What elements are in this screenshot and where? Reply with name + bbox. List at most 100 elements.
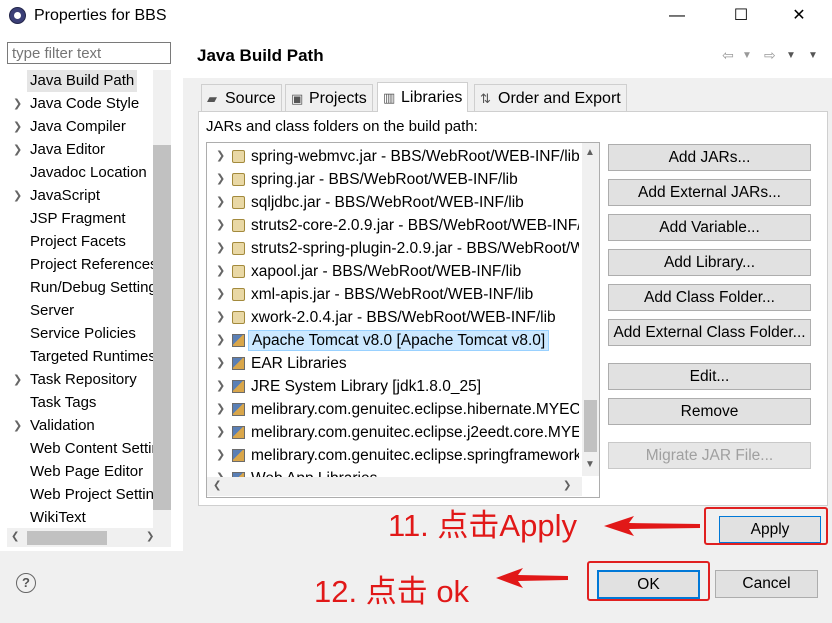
- library-item[interactable]: ❯ spring-webmvc.jar - BBS/WebRoot/WEB-INF…: [207, 145, 579, 168]
- expand-arrow-icon[interactable]: ❯: [216, 260, 225, 283]
- source-folder-icon: ▰: [207, 91, 217, 106]
- nav-item[interactable]: Web Project Settings: [7, 484, 153, 506]
- library-action-button[interactable]: Add External JARs...: [608, 179, 811, 206]
- nav-item[interactable]: Web Content Settings: [7, 438, 153, 460]
- library-item[interactable]: ❯ EAR Libraries: [207, 352, 579, 375]
- expand-arrow-icon[interactable]: ❯: [216, 329, 225, 352]
- expand-arrow-icon[interactable]: ❯: [13, 415, 22, 437]
- tab-projects[interactable]: ▣ Projects: [285, 84, 373, 111]
- library-item[interactable]: ❯ melibrary.com.genuitec.eclipse.hibernat…: [207, 398, 579, 421]
- scroll-up-icon[interactable]: ▲: [585, 147, 595, 158]
- nav-item[interactable]: Server: [7, 300, 153, 322]
- library-item[interactable]: ❯ spring.jar - BBS/WebRoot/WEB-INF/lib: [207, 168, 579, 191]
- expand-arrow-icon[interactable]: ❯: [216, 214, 225, 237]
- tree-vertical-scroll-thumb[interactable]: [153, 145, 171, 510]
- tab-order-and-export[interactable]: ⇅ Order and Export: [474, 84, 627, 111]
- library-item[interactable]: ❯ xml-apis.jar - BBS/WebRoot/WEB-INF/lib: [207, 283, 579, 306]
- library-action-button[interactable]: Add External Class Folder...: [608, 319, 811, 346]
- nav-item[interactable]: Task Tags: [7, 392, 153, 414]
- nav-item-label: Project References: [30, 256, 153, 273]
- nav-item[interactable]: Service Policies: [7, 323, 153, 345]
- library-item[interactable]: ❯ struts2-core-2.0.9.jar - BBS/WebRoot/WE…: [207, 214, 579, 237]
- library-horizontal-scrollbar[interactable]: ❮ ❯: [207, 477, 582, 496]
- library-item[interactable]: ❯ JRE System Library [jdk1.8.0_25]: [207, 375, 579, 398]
- library-item-label: melibrary.com.genuitec.eclipse.j2eedt.co…: [251, 424, 579, 441]
- nav-item-label: JavaScript: [30, 187, 101, 204]
- scroll-left-icon[interactable]: ❮: [11, 531, 19, 542]
- back-arrow-icon[interactable]: ⇦: [722, 47, 734, 64]
- scroll-right-icon[interactable]: ❯: [146, 531, 154, 542]
- scroll-right-icon[interactable]: ❯: [563, 480, 571, 491]
- scroll-left-icon[interactable]: ❮: [213, 480, 221, 491]
- expand-arrow-icon[interactable]: ❯: [216, 375, 225, 398]
- maximize-button[interactable]: ☐: [718, 3, 764, 29]
- ok-annotation: 12. 点击 ok: [314, 574, 470, 609]
- tab-source[interactable]: ▰ Source: [201, 84, 282, 111]
- library-vertical-scroll-thumb[interactable]: [584, 400, 597, 452]
- expand-arrow-icon[interactable]: ❯: [216, 191, 225, 214]
- nav-item[interactable]: ❯ Java Editor: [7, 139, 153, 161]
- minimize-button[interactable]: —: [654, 3, 700, 29]
- expand-arrow-icon[interactable]: ❯: [13, 369, 22, 391]
- library-item[interactable]: ❯ xwork-2.0.4.jar - BBS/WebRoot/WEB-INF/l…: [207, 306, 579, 329]
- library-item[interactable]: ❯ melibrary.com.genuitec.eclipse.springfr…: [207, 444, 579, 467]
- nav-item[interactable]: ❯ Java Compiler: [7, 116, 153, 138]
- expand-arrow-icon[interactable]: ❯: [216, 306, 225, 329]
- expand-arrow-icon[interactable]: ❯: [216, 168, 225, 191]
- library-action-button[interactable]: Remove: [608, 398, 811, 425]
- expand-arrow-icon[interactable]: ❯: [216, 444, 225, 467]
- expand-arrow-icon[interactable]: ❯: [13, 116, 22, 138]
- library-action-button[interactable]: Migrate JAR File...: [608, 442, 811, 469]
- nav-item[interactable]: Run/Debug Settings: [7, 277, 153, 299]
- library-item-label: Apache Tomcat v8.0 [Apache Tomcat v8.0]: [248, 330, 550, 351]
- tab-libraries[interactable]: ▥ Libraries: [377, 82, 469, 112]
- library-item[interactable]: ❯ xapool.jar - BBS/WebRoot/WEB-INF/lib: [207, 260, 579, 283]
- nav-item[interactable]: WikiText: [7, 507, 153, 529]
- forward-arrow-icon[interactable]: ⇨: [764, 47, 776, 64]
- forward-dropdown-icon[interactable]: ▼: [786, 50, 796, 61]
- nav-item[interactable]: ❯ JavaScript: [7, 185, 153, 207]
- library-item[interactable]: ❯ melibrary.com.genuitec.eclipse.j2eedt.c…: [207, 421, 579, 444]
- nav-item[interactable]: Project Facets: [7, 231, 153, 253]
- library-item-label: spring.jar - BBS/WebRoot/WEB-INF/lib: [251, 171, 518, 188]
- library-action-button[interactable]: Add JARs...: [608, 144, 811, 171]
- library-item[interactable]: ❯ struts2-spring-plugin-2.0.9.jar - BBS/W…: [207, 237, 579, 260]
- library-item[interactable]: ❯ sqljdbc.jar - BBS/WebRoot/WEB-INF/lib: [207, 191, 579, 214]
- expand-arrow-icon[interactable]: ❯: [216, 237, 225, 260]
- scroll-down-icon[interactable]: ▼: [585, 459, 595, 470]
- library-item[interactable]: ❯ Apache Tomcat v8.0 [Apache Tomcat v8.0]: [207, 329, 579, 352]
- nav-item[interactable]: ❯ Task Repository: [7, 369, 153, 391]
- filter-input[interactable]: [7, 42, 171, 64]
- expand-arrow-icon[interactable]: ❯: [216, 421, 225, 444]
- nav-item[interactable]: JSP Fragment: [7, 208, 153, 230]
- expand-arrow-icon[interactable]: ❯: [216, 352, 225, 375]
- nav-item[interactable]: ❯ Validation: [7, 415, 153, 437]
- nav-item[interactable]: Java Build Path: [7, 70, 153, 92]
- expand-arrow-icon[interactable]: ❯: [216, 398, 225, 421]
- nav-item[interactable]: Javadoc Location: [7, 162, 153, 184]
- help-icon[interactable]: ?: [16, 573, 36, 593]
- nav-item[interactable]: Web Page Editor: [7, 461, 153, 483]
- expand-arrow-icon[interactable]: ❯: [13, 185, 22, 207]
- library-item-label: xml-apis.jar - BBS/WebRoot/WEB-INF/lib: [251, 286, 534, 303]
- nav-item[interactable]: Targeted Runtimes: [7, 346, 153, 368]
- close-button[interactable]: ✕: [776, 3, 822, 29]
- library-action-button[interactable]: Add Variable...: [608, 214, 811, 241]
- nav-item[interactable]: Project References: [7, 254, 153, 276]
- library-action-button[interactable]: Add Library...: [608, 249, 811, 276]
- expand-arrow-icon[interactable]: ❯: [216, 283, 225, 306]
- library-action-button[interactable]: Add Class Folder...: [608, 284, 811, 311]
- tree-horizontal-scroll-thumb[interactable]: [27, 531, 107, 545]
- expand-arrow-icon[interactable]: ❯: [13, 93, 22, 115]
- nav-item[interactable]: ❯ Java Code Style: [7, 93, 153, 115]
- cancel-button[interactable]: Cancel: [715, 570, 818, 598]
- view-menu-icon[interactable]: ▼: [808, 50, 818, 61]
- back-dropdown-icon[interactable]: ▼: [742, 50, 752, 61]
- expand-arrow-icon[interactable]: ❯: [216, 145, 225, 168]
- expand-arrow-icon[interactable]: ❯: [13, 139, 22, 161]
- library-action-button[interactable]: Edit...: [608, 363, 811, 390]
- jar-file-icon: [232, 288, 245, 301]
- jar-file-icon: [232, 219, 245, 232]
- library-tree[interactable]: ❯ spring-webmvc.jar - BBS/WebRoot/WEB-INF…: [206, 142, 600, 498]
- property-page-tree[interactable]: Java Build Path ❯ Java Code Style ❯ Java Com…: [7, 70, 171, 548]
